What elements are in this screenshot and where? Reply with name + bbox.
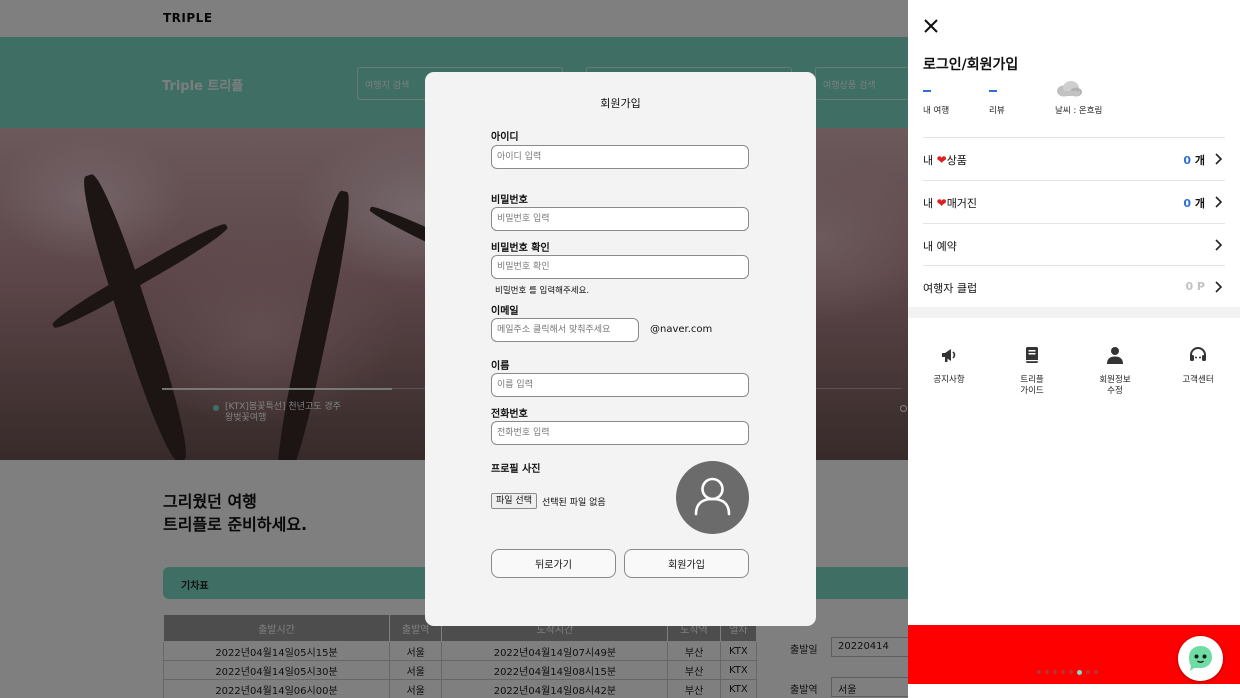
- pager-dot[interactable]: [1061, 670, 1065, 674]
- email-label: 이메일: [491, 306, 519, 317]
- count-value: 0: [1183, 154, 1192, 167]
- menu-label-prefix: 내: [923, 154, 937, 167]
- side-drawer: 로그인/회원가입 내 여행 리뷰 날씨 : 온흐림 내 ❤상품 0 개 내 ❤매…: [908, 0, 1240, 698]
- book-icon: [1026, 347, 1038, 363]
- id-label: 아이디: [491, 132, 519, 143]
- quick-link-notices[interactable]: 공지사항: [909, 345, 989, 386]
- close-icon[interactable]: [922, 17, 940, 35]
- password-input[interactable]: [491, 207, 749, 231]
- quick-link-customer-center[interactable]: 고객센터: [1158, 345, 1238, 386]
- quick-link-label: 트리플: [1020, 375, 1044, 385]
- name-input[interactable]: [491, 373, 749, 397]
- pager-dot-active[interactable]: [1077, 670, 1082, 675]
- stat-value: [989, 90, 997, 92]
- stat-label: 내 여행: [923, 106, 950, 116]
- menu-label-prefix: 내: [923, 197, 937, 210]
- file-select-button[interactable]: 파일 선택: [491, 493, 537, 509]
- heart-icon: ❤: [936, 196, 947, 210]
- pager-dot[interactable]: [1053, 670, 1057, 674]
- menu-my-reservations[interactable]: 내 예약: [923, 223, 1225, 265]
- pager-dot[interactable]: [1094, 670, 1098, 674]
- menu-my-wishlist-magazines[interactable]: 내 ❤매거진 0 개: [923, 180, 1225, 222]
- file-status: 선택된 파일 없음: [542, 498, 606, 508]
- name-label: 이름: [491, 361, 510, 372]
- chevron-right-icon: [1215, 153, 1223, 165]
- menu-count: 0 개: [1183, 152, 1205, 168]
- megaphone-icon: [942, 349, 956, 362]
- menu-label: 내 ❤상품: [923, 152, 967, 168]
- signup-modal: 회원가입 아이디 비밀번호 비밀번호 확인 비밀번호 를 입력해주세요. 이메일…: [425, 72, 816, 626]
- quick-link-label: 공지사항: [933, 375, 965, 385]
- quick-link-label: 가이드: [1020, 386, 1044, 396]
- user-icon: [1107, 347, 1123, 364]
- chevron-right-icon: [1215, 196, 1223, 208]
- avatar: [676, 461, 749, 534]
- quick-link-label: 회원정보: [1099, 375, 1131, 385]
- banner-pager: [1037, 670, 1098, 675]
- back-button[interactable]: 뒤로가기: [491, 549, 616, 578]
- count-unit: 개: [1191, 197, 1205, 210]
- quick-link-edit-profile[interactable]: 회원정보 수정: [1075, 345, 1155, 397]
- pager-dot[interactable]: [1045, 670, 1049, 674]
- points-value: 0 P: [1185, 280, 1205, 293]
- menu-label: 내 ❤매거진: [923, 195, 977, 211]
- password-label: 비밀번호: [491, 195, 528, 206]
- password-confirm-input[interactable]: [491, 255, 749, 279]
- stat-value: [923, 90, 931, 92]
- phone-label: 전화번호: [491, 409, 528, 420]
- weather-widget: 날씨 : 온흐림: [1055, 80, 1102, 116]
- reviews-stat[interactable]: 리뷰: [989, 80, 1005, 116]
- my-trips-stat[interactable]: 내 여행: [923, 80, 949, 116]
- pager-dot[interactable]: [1069, 670, 1073, 674]
- chatbot-icon: [1189, 646, 1212, 671]
- modal-title: 회원가입: [600, 97, 641, 110]
- menu-label: 내 예약: [923, 240, 957, 253]
- email-domain[interactable]: @naver.com: [650, 324, 712, 335]
- quick-link-label: 고객센터: [1182, 375, 1214, 385]
- quick-link-label: 수정: [1107, 386, 1123, 396]
- quick-link-guide[interactable]: 트리플 가이드: [992, 345, 1072, 397]
- menu-label: 여행자 클럽: [923, 282, 978, 295]
- chevron-right-icon: [1215, 281, 1223, 293]
- password-confirm-label: 비밀번호 확인: [491, 243, 550, 254]
- section-divider: [908, 307, 1240, 318]
- weather-label: 날씨 : 온흐림: [1055, 106, 1103, 116]
- menu-label-text: 상품: [946, 154, 967, 167]
- signup-submit-button[interactable]: 회원가입: [624, 549, 749, 578]
- count-value: 0: [1183, 197, 1192, 210]
- id-input[interactable]: [491, 145, 749, 169]
- person-icon: [694, 477, 731, 516]
- menu-count: 0 개: [1183, 195, 1205, 211]
- heart-icon: ❤: [936, 153, 947, 167]
- menu-my-wishlist-products[interactable]: 내 ❤상품 0 개: [923, 137, 1225, 179]
- pager-dot[interactable]: [1086, 670, 1090, 674]
- chevron-right-icon: [1215, 239, 1223, 251]
- phone-input[interactable]: [491, 421, 749, 445]
- login-signup-title[interactable]: 로그인/회원가입: [923, 54, 1018, 74]
- password-hint: 비밀번호 를 입력해주세요.: [495, 286, 590, 296]
- count-unit: 개: [1191, 154, 1205, 167]
- email-input[interactable]: [491, 318, 639, 342]
- menu-traveler-club[interactable]: 여행자 클럽 0 P: [923, 265, 1225, 307]
- profile-photo-label: 프로필 사진: [491, 464, 541, 475]
- pager-dot[interactable]: [1037, 670, 1041, 674]
- stat-label: 리뷰: [989, 106, 1005, 116]
- headset-icon: [1190, 347, 1206, 361]
- cloud-icon: [1057, 81, 1082, 97]
- chatbot-button[interactable]: [1178, 636, 1223, 681]
- menu-label-text: 매거진: [946, 197, 978, 210]
